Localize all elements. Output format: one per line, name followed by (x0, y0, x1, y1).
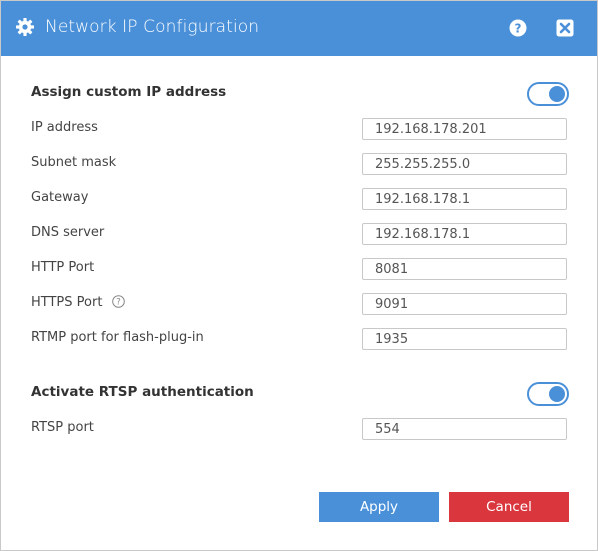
custom-ip-title: Assign custom IP address (31, 84, 227, 100)
subnet-mask-input[interactable] (362, 153, 567, 175)
dialog-titlebar: Network IP Configuration ? (1, 1, 597, 56)
ip-address-input[interactable] (362, 118, 567, 140)
info-icon[interactable]: ? (112, 295, 125, 308)
rtsp-auth-title: Activate RTSP authentication (31, 384, 254, 400)
https-port-label: HTTPS Port (31, 295, 103, 310)
rtsp-auth-toggle[interactable] (527, 382, 569, 406)
rtsp-port-label: RTSP port (31, 420, 94, 435)
dialog-title: Network IP Configuration (45, 17, 260, 37)
cancel-button[interactable]: Cancel (449, 492, 569, 522)
https-port-input[interactable] (362, 293, 567, 315)
ip-address-label: IP address (31, 120, 98, 135)
rtmp-port-input[interactable] (362, 328, 567, 350)
gateway-label: Gateway (31, 190, 89, 205)
toggle-knob (549, 386, 565, 402)
toggle-knob (549, 86, 565, 102)
gear-icon (16, 18, 34, 36)
custom-ip-toggle[interactable] (527, 82, 569, 106)
close-icon[interactable] (556, 19, 574, 37)
rtsp-port-input[interactable] (362, 418, 567, 440)
gateway-input[interactable] (362, 188, 567, 210)
subnet-mask-label: Subnet mask (31, 155, 117, 170)
dns-server-input[interactable] (362, 223, 567, 245)
dns-server-label: DNS server (31, 225, 105, 240)
network-ip-dialog: Network IP Configuration ? Assign custom… (0, 0, 598, 551)
apply-button[interactable]: Apply (319, 492, 439, 522)
svg-text:?: ? (515, 22, 522, 36)
rtmp-port-label: RTMP port for flash-plug-in (31, 330, 204, 345)
http-port-input[interactable] (362, 258, 567, 280)
http-port-label: HTTP Port (31, 260, 95, 275)
svg-text:?: ? (116, 298, 121, 308)
help-icon[interactable]: ? (509, 19, 527, 37)
